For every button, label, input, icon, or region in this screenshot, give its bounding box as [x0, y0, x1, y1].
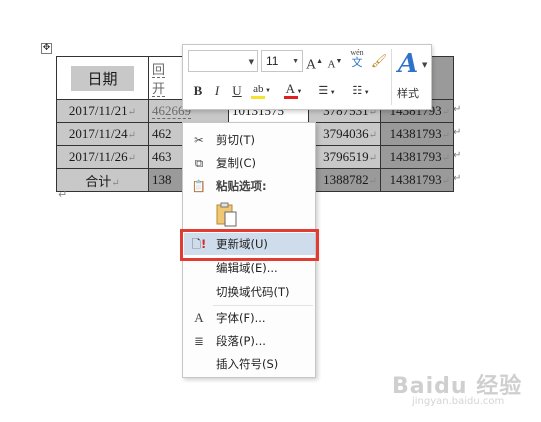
font-size-value: 11: [266, 54, 279, 68]
cell-e[interactable]: 14381793↵: [380, 145, 454, 169]
watermark-url: jingyan.baidu.com: [412, 396, 505, 407]
menu-item-label: 编辑域(E)...: [216, 261, 278, 275]
bullets-icon: ☰: [318, 85, 329, 97]
font-icon: A: [194, 310, 204, 325]
chevron-down-icon[interactable]: ▼: [249, 58, 254, 66]
chevron-down-icon[interactable]: ▼: [422, 61, 427, 69]
font-name-combo[interactable]: ▼: [188, 50, 258, 72]
table-move-handle-icon[interactable]: ✥: [41, 43, 52, 54]
header-date-cell[interactable]: 日期: [56, 56, 149, 100]
mini-toolbar: ▼ 11 ▼ A▲ A▼ wén 文 🖌 B I U ab ▼ A ▼ ☰ ▼ …: [182, 44, 432, 110]
header-col-b-label: 回: [152, 62, 166, 78]
grow-font-icon: A: [306, 57, 317, 73]
paragraph-mark: ↵: [58, 188, 68, 201]
underline-icon: U: [232, 83, 242, 98]
document-canvas: ✥ 日期 回 开 2017/11/21↵ 462669 10131575 378…: [0, 0, 541, 422]
header-date-label: 日期: [71, 65, 134, 91]
chevron-down-icon[interactable]: ▼: [292, 58, 299, 65]
cell-d[interactable]: 1388782↵: [308, 168, 381, 192]
cell-d[interactable]: 3796519↵: [308, 145, 381, 169]
numbering-icon: ☷: [352, 85, 363, 97]
menu-item-label: 字体(F)...: [216, 311, 266, 325]
bold-icon: B: [193, 83, 203, 98]
row-end-mark: ↵: [453, 104, 462, 115]
menu-item-label: 切换域代码(T): [216, 285, 290, 299]
paste-keep-formatting-icon[interactable]: [216, 202, 238, 228]
menu-item-copy[interactable]: ⧉ 复制(C): [184, 152, 315, 174]
menu-item-label: 段落(P)...: [216, 334, 266, 348]
bullets-button[interactable]: ☰ ▼: [313, 80, 341, 102]
underline-button[interactable]: U: [229, 80, 245, 102]
menu-item-label: 粘贴选项:: [216, 179, 267, 193]
italic-icon: I: [214, 83, 220, 98]
styles-label[interactable]: 样式: [397, 85, 419, 101]
shrink-font-icon: A: [327, 58, 336, 71]
highlight-button[interactable]: ab ▼: [249, 78, 275, 100]
row-end-mark: ↵: [453, 150, 462, 161]
grow-font-button[interactable]: A▲: [306, 50, 323, 73]
row-end-mark: ↵: [453, 173, 462, 184]
menu-item-paragraph[interactable]: ≣ 段落(P)...: [184, 330, 315, 352]
cell-d[interactable]: 3794036↵: [308, 122, 381, 146]
cell-e[interactable]: 14381793↵: [380, 168, 454, 192]
scissors-icon: ✂: [194, 133, 204, 147]
styles-icon[interactable]: A: [398, 49, 418, 79]
font-size-combo[interactable]: 11 ▼: [261, 50, 303, 72]
paragraph-icon: ≣: [194, 334, 204, 348]
font-color-bar: [284, 96, 298, 99]
menu-item-insert-symbol[interactable]: 插入符号(S): [184, 353, 315, 375]
highlight-icon: ab: [253, 83, 264, 95]
phonetic-guide-icon: 文: [351, 57, 363, 69]
menu-item-font[interactable]: A 字体(F)...: [184, 307, 315, 329]
italic-button[interactable]: I: [209, 80, 225, 102]
menu-item-label: 复制(C): [216, 156, 257, 170]
cell-date[interactable]: 2017/11/21↵: [56, 99, 149, 123]
cell-date[interactable]: 2017/11/26↵: [56, 145, 149, 169]
menu-separator: [213, 305, 313, 306]
font-color-button[interactable]: A ▼: [280, 78, 308, 100]
numbering-button[interactable]: ☷ ▼: [347, 80, 375, 102]
format-painter-icon[interactable]: 🖌: [370, 50, 388, 72]
row-end-mark: ↵: [453, 127, 462, 138]
toolbar-divider: [391, 49, 392, 105]
bold-button[interactable]: B: [190, 80, 206, 102]
menu-item-label: 插入符号(S): [216, 357, 279, 371]
cell-date[interactable]: 2017/11/24↵: [56, 122, 149, 146]
header-col-b2-label: 开: [152, 81, 166, 97]
cell-total-label[interactable]: 合计↵: [56, 168, 149, 192]
font-color-icon: A: [285, 81, 295, 96]
menu-item-label: 剪切(T): [216, 133, 255, 147]
cell-e[interactable]: 14381793↵: [380, 122, 454, 146]
menu-item-toggle-field-codes[interactable]: 切换域代码(T): [184, 281, 315, 303]
highlight-color-bar: [251, 96, 265, 99]
paste-icon: 📋: [191, 179, 207, 193]
phonetic-guide-button[interactable]: wén 文: [346, 47, 368, 69]
menu-item-paste-options: 📋 粘贴选项:: [184, 175, 315, 197]
menu-item-cut[interactable]: ✂ 剪切(T): [184, 129, 315, 151]
shrink-font-button[interactable]: A▼: [327, 50, 343, 72]
highlight-callout-box: [180, 229, 319, 261]
copy-icon: ⧉: [194, 156, 204, 170]
